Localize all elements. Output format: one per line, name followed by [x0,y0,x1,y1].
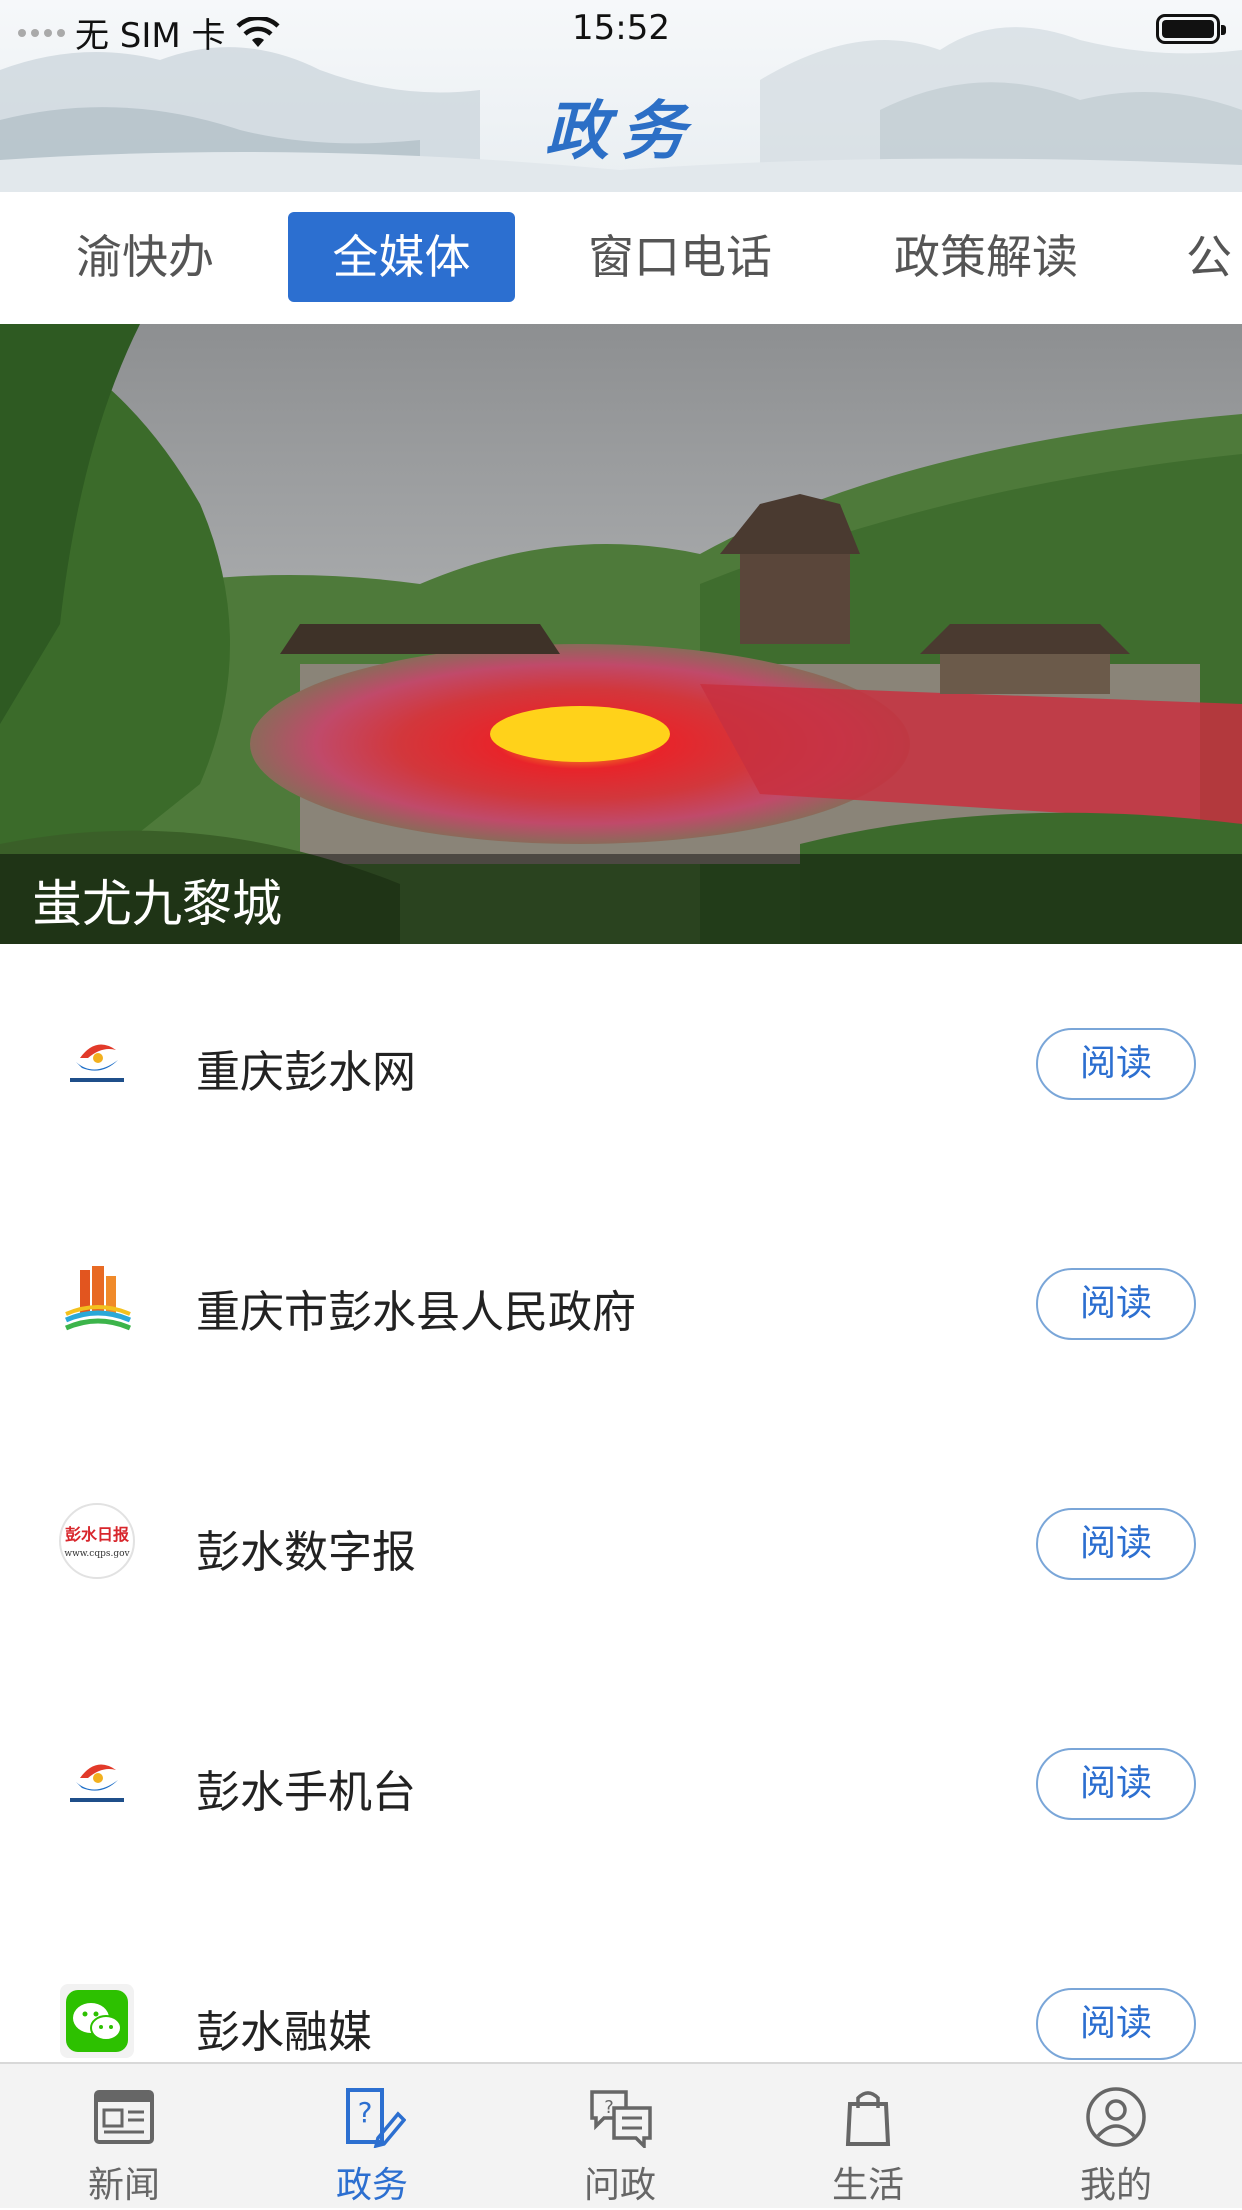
list-item[interactable]: 彭水手机台 阅读 [0,1664,1242,1904]
read-button[interactable]: 阅读 [1036,1748,1196,1820]
bottom-tab-bar: 新闻 ? 政务 ? 问政 生活 我的 [0,2062,1242,2208]
category-tabs: 渝快办 全媒体 窗口电话 政策解读 公 [0,192,1242,324]
app-header: 无 SIM 卡 15:52 政务 [0,0,1242,192]
shopping-bag-icon [845,2091,891,2146]
tab-gong-partial[interactable]: 公 [1186,212,1242,302]
newspaper-icon [94,2090,154,2144]
wechat-icon [60,1984,134,2058]
nav-label: 我的 [1079,2165,1152,2206]
tab-quanmeiti[interactable]: 全媒体 [288,212,515,302]
nav-mine[interactable]: 我的 [992,2064,1240,2210]
user-profile-icon [1086,2087,1146,2147]
media-name: 彭水数字报 [196,1527,416,1578]
nav-label: 问政 [583,2165,656,2206]
nav-label: 生活 [831,2165,904,2206]
nav-government[interactable]: ? 政务 [248,2064,496,2210]
media-name: 彭水手机台 [196,1767,416,1818]
status-time: 15:52 [572,8,670,48]
read-button[interactable]: 阅读 [1036,1268,1196,1340]
read-button[interactable]: 阅读 [1036,1508,1196,1580]
nav-label: 新闻 [87,2165,160,2206]
read-button[interactable]: 阅读 [1036,1988,1196,2060]
tab-chuangkou-dianhua[interactable]: 窗口电话 [560,212,800,302]
nav-life[interactable]: 生活 [744,2064,992,2210]
list-item[interactable]: 重庆市彭水县人民政府 阅读 [0,1184,1242,1424]
tab-yukuaiban[interactable]: 渝快办 [40,212,250,302]
list-item[interactable]: 重庆彭水网 阅读 [0,944,1242,1184]
cqps-logo-icon [70,1764,124,1802]
page-title: 政务 [545,94,697,169]
nav-inquiry[interactable]: ? 问政 [496,2064,744,2210]
nav-news[interactable]: 新闻 [0,2064,248,2210]
question-document-icon: ? [346,2088,406,2148]
banner-caption-bar: 蚩尤九黎城 [0,854,1242,944]
read-button[interactable]: 阅读 [1036,1028,1196,1100]
pengshui-daily-logo-icon: 彭水日报 www.cqps.gov [59,1503,135,1579]
cqps-logo-icon [70,1044,124,1082]
banner-caption: 蚩尤九黎城 [32,875,282,933]
government-building-icon [64,1266,132,1331]
list-item[interactable]: 彭水日报 www.cqps.gov 彭水数字报 阅读 [0,1424,1242,1664]
chat-bubbles-icon: ? [590,2090,652,2148]
battery-icon [1156,14,1226,44]
svg-text:?: ? [358,2096,373,2129]
banner-photo [0,324,1242,944]
status-bar: 无 SIM 卡 15:52 [0,0,1242,60]
media-name: 彭水融媒 [196,2007,372,2058]
nav-label: 政务 [335,2165,408,2206]
hero-banner[interactable]: 蚩尤九黎城 [0,324,1242,944]
tab-zhengce-jiedu[interactable]: 政策解读 [866,212,1106,302]
media-name: 重庆市彭水县人民政府 [196,1287,636,1338]
media-name: 重庆彭水网 [196,1047,416,1098]
svg-text:彭水日报: 彭水日报 [65,1525,129,1544]
svg-text:www.cqps.gov: www.cqps.gov [64,1549,130,1559]
